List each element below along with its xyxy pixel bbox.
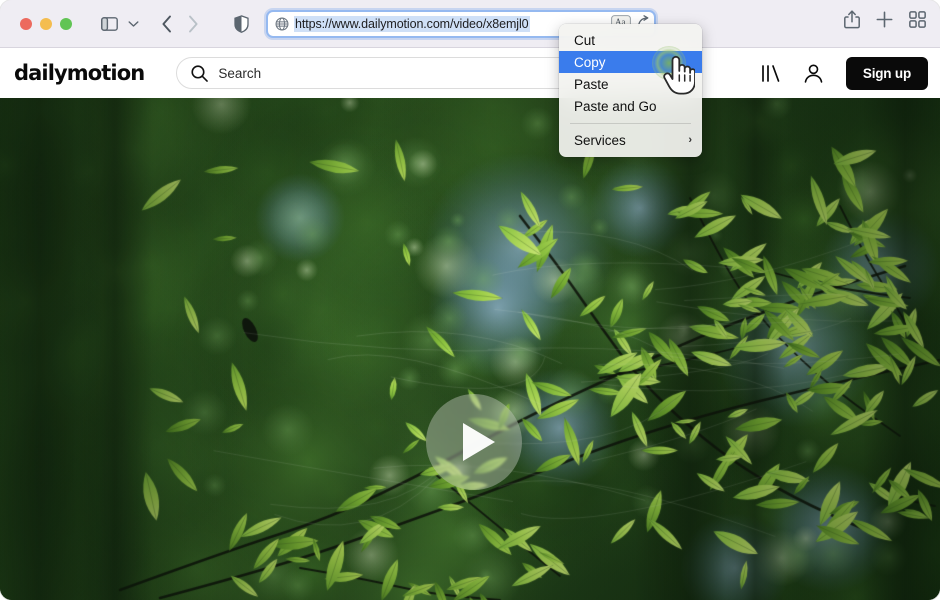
- plus-icon[interactable]: [876, 11, 893, 28]
- context-menu-separator: [570, 123, 691, 124]
- context-menu[interactable]: Cut Copy Paste Paste and Go Services ›: [559, 24, 702, 157]
- site-header: dailymotion Search Sign up: [0, 48, 940, 98]
- play-icon[interactable]: [426, 394, 522, 490]
- globe-icon: [275, 17, 289, 30]
- forward-button[interactable]: [180, 10, 206, 38]
- play-triangle: [462, 423, 495, 461]
- toolbar-right-actions: [844, 10, 926, 29]
- share-icon[interactable]: [844, 10, 860, 29]
- context-menu-item-label: Copy: [574, 54, 606, 70]
- minimize-window-button[interactable]: [40, 17, 52, 30]
- signup-button[interactable]: Sign up: [845, 56, 928, 90]
- chevron-down-icon[interactable]: [122, 10, 144, 38]
- context-menu-item-copy[interactable]: Copy: [559, 51, 702, 73]
- video-frame: [0, 98, 940, 600]
- search-icon: [191, 64, 209, 82]
- dailymotion-logo[interactable]: dailymotion: [14, 61, 145, 85]
- traffic-lights: [20, 17, 72, 30]
- context-menu-item-label: Services: [574, 132, 626, 148]
- library-icon[interactable]: [761, 64, 781, 83]
- shield-icon[interactable]: [228, 10, 254, 38]
- account-icon[interactable]: [803, 63, 824, 84]
- context-menu-item-paste[interactable]: Paste: [559, 73, 702, 95]
- context-menu-item-label: Paste: [574, 76, 609, 92]
- close-window-button[interactable]: [20, 17, 32, 30]
- context-menu-item-paste-and-go[interactable]: Paste and Go: [559, 95, 702, 117]
- search-placeholder: Search: [218, 65, 262, 81]
- site-header-actions: Sign up: [761, 56, 928, 90]
- maximize-window-button[interactable]: [60, 17, 72, 30]
- video-player[interactable]: [0, 98, 940, 600]
- context-menu-item-cut[interactable]: Cut: [559, 29, 702, 51]
- sidebar-icon[interactable]: [96, 10, 122, 38]
- context-menu-item-label: Paste and Go: [574, 98, 657, 114]
- chevron-right-icon: ›: [688, 134, 692, 146]
- address-bar-url: https://www.dailymotion.com/video/x8emjl…: [294, 15, 530, 32]
- browser-window: https://www.dailymotion.com/video/x8emjl…: [0, 0, 940, 600]
- grid-icon[interactable]: [909, 11, 926, 28]
- back-button[interactable]: [154, 10, 180, 38]
- context-menu-item-label: Cut: [574, 32, 596, 48]
- browser-toolbar: https://www.dailymotion.com/video/x8emjl…: [0, 0, 940, 48]
- context-menu-item-services[interactable]: Services ›: [559, 129, 702, 151]
